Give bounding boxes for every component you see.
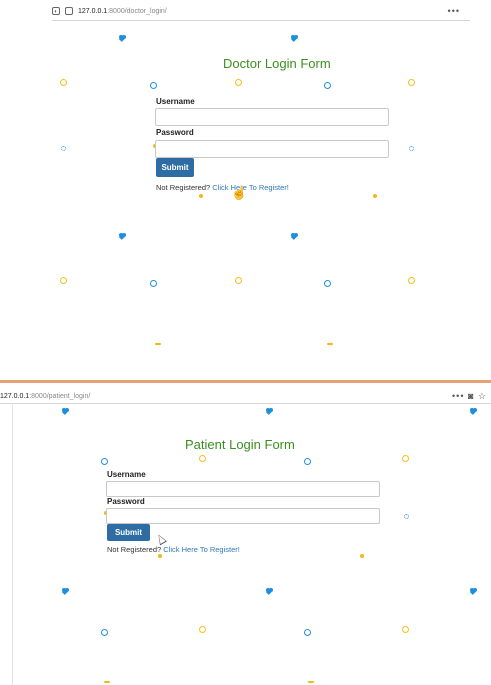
doctor-login-screenshot: ◐ 127.0.0.1 :8000/doctor_login/ ••• Doct… xyxy=(0,0,491,360)
ring-icon xyxy=(402,626,409,633)
page-icon xyxy=(65,7,73,15)
arrow-cursor-icon xyxy=(155,532,167,546)
password-input[interactable] xyxy=(106,508,380,524)
register-prefix: Not Registered? xyxy=(156,183,211,192)
address-bar[interactable]: ◐ 127.0.0.1 :8000/doctor_login/ ••• xyxy=(52,2,470,21)
gear-icon xyxy=(61,146,66,151)
username-input[interactable] xyxy=(155,108,389,126)
ring-icon xyxy=(324,82,331,89)
dash-icon xyxy=(308,681,314,683)
register-prefix: Not Registered? xyxy=(107,545,162,554)
ring-icon xyxy=(402,455,409,462)
address-bar[interactable]: 127.0.0.1 :8000/patient_login/ ••• ◙ ☆ xyxy=(0,389,491,404)
ring-icon xyxy=(304,458,311,465)
url-path: :8000/doctor_login/ xyxy=(107,7,167,15)
ring-icon xyxy=(235,79,242,86)
username-input[interactable] xyxy=(106,481,380,497)
dot-icon xyxy=(158,554,162,558)
heart-icon xyxy=(470,588,477,594)
password-label: Password xyxy=(107,497,145,506)
page-title: Patient Login Form xyxy=(185,437,295,452)
dot-icon xyxy=(360,554,364,558)
ring-icon xyxy=(235,277,242,284)
gear-icon xyxy=(409,146,414,151)
heart-icon xyxy=(266,588,273,594)
heart-icon xyxy=(470,408,477,414)
ring-icon xyxy=(408,79,415,86)
heart-icon xyxy=(119,35,126,41)
gear-icon xyxy=(404,514,409,519)
username-label: Username xyxy=(107,470,146,479)
heart-icon xyxy=(291,35,298,41)
submit-button[interactable]: Submit xyxy=(156,158,194,177)
heart-icon xyxy=(291,233,298,239)
ring-icon xyxy=(60,79,67,86)
dash-icon xyxy=(327,343,333,345)
url-host: 127.0.0.1 xyxy=(0,392,30,400)
register-prompt: Not Registered? Click Here To Register! xyxy=(156,183,289,192)
url-path: :8000/patient_login/ xyxy=(29,392,91,400)
password-label: Password xyxy=(156,128,194,137)
ring-icon xyxy=(101,629,108,636)
ring-icon xyxy=(199,626,206,633)
url-host: 127.0.0.1 xyxy=(78,7,108,15)
ring-icon xyxy=(304,629,311,636)
dash-icon xyxy=(104,681,110,683)
register-link[interactable]: Click Here To Register! xyxy=(212,183,289,192)
ring-icon xyxy=(150,82,157,89)
heart-icon xyxy=(119,233,126,239)
dot-icon xyxy=(373,194,377,198)
ring-icon xyxy=(408,277,415,284)
ring-icon xyxy=(101,458,108,465)
ring-icon xyxy=(324,280,331,287)
ring-icon xyxy=(150,280,157,287)
heart-icon xyxy=(62,408,69,414)
dash-icon xyxy=(155,343,161,345)
heart-icon xyxy=(266,408,273,414)
page-actions-menu-icon[interactable]: ••• xyxy=(448,6,460,16)
register-prompt: Not Registered? Click Here To Register! xyxy=(107,545,240,554)
dot-icon xyxy=(199,194,203,198)
ring-icon xyxy=(199,455,206,462)
ring-icon xyxy=(60,277,67,284)
page-title: Doctor Login Form xyxy=(223,56,331,71)
heart-icon xyxy=(62,588,69,594)
password-input[interactable] xyxy=(155,140,389,158)
page-actions-menu-icon[interactable]: ••• ◙ ☆ xyxy=(452,391,487,402)
patient-login-screenshot: 127.0.0.1 :8000/patient_login/ ••• ◙ ☆ P… xyxy=(0,383,491,685)
shield-icon: ◐ xyxy=(52,7,60,15)
register-link[interactable]: Click Here To Register! xyxy=(163,545,240,554)
window-edge xyxy=(12,403,13,685)
username-label: Username xyxy=(156,97,195,106)
submit-button[interactable]: Submit xyxy=(107,524,150,541)
hand-cursor-icon: ☝ xyxy=(231,185,248,200)
